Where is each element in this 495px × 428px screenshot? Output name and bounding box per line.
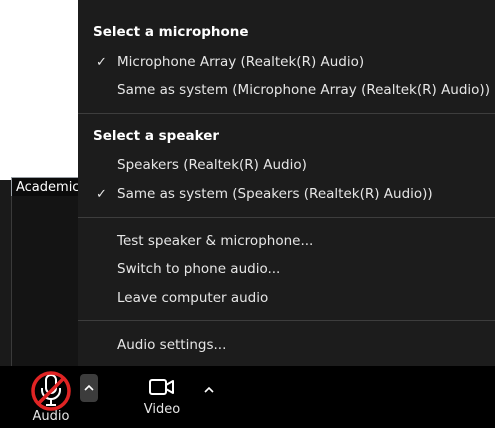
menu-item-label: Same as system (Speakers (Realtek(R) Aud… [117,186,433,202]
audio-options-caret[interactable] [80,374,98,402]
menu-item-label: Speakers (Realtek(R) Audio) [117,157,307,173]
menu-divider [78,217,495,218]
menu-item-label: Audio settings... [117,337,227,353]
switch-to-phone-audio-item[interactable]: Switch to phone audio... [78,256,495,282]
video-camera-icon [149,379,174,395]
microphone-option-array[interactable]: ✓ Microphone Array (Realtek(R) Audio) [78,49,495,75]
menu-item-label: Test speaker & microphone... [117,233,314,249]
check-icon: ✓ [96,54,107,70]
test-speaker-microphone-item[interactable]: Test speaker & microphone... [78,228,495,254]
audio-options-menu: Select a microphone ✓ Microphone Array (… [78,0,495,366]
microphone-muted-icon [29,369,73,413]
chevron-up-icon [204,386,214,393]
speaker-section-title: Select a speaker [93,128,220,144]
audio-button[interactable]: Audio [18,369,84,424]
participant-name-tag: Academic [11,177,84,198]
video-button-label: Video [143,402,181,417]
leave-computer-audio-item[interactable]: Leave computer audio [78,285,495,311]
menu-divider [78,320,495,321]
chevron-up-icon [84,384,94,391]
video-options-caret[interactable] [200,376,218,404]
menu-item-label: Microphone Array (Realtek(R) Audio) [117,54,365,70]
check-icon: ✓ [96,186,107,202]
meeting-toolbar: Audio Video [0,366,495,428]
menu-item-label: Switch to phone audio... [117,261,281,277]
menu-item-label: Leave computer audio [117,290,269,306]
microphone-section-title: Select a microphone [93,24,249,40]
video-button[interactable]: Video [130,374,194,417]
audio-settings-item[interactable]: Audio settings... [78,332,495,358]
speaker-option-same-as-system[interactable]: ✓ Same as system (Speakers (Realtek(R) A… [78,181,495,207]
menu-item-label: Same as system (Microphone Array (Realte… [117,82,490,98]
menu-divider [78,113,495,114]
microphone-option-same-as-system[interactable]: Same as system (Microphone Array (Realte… [78,77,495,103]
speaker-option-speakers[interactable]: Speakers (Realtek(R) Audio) [78,152,495,178]
participant-video-tile[interactable] [11,196,78,366]
